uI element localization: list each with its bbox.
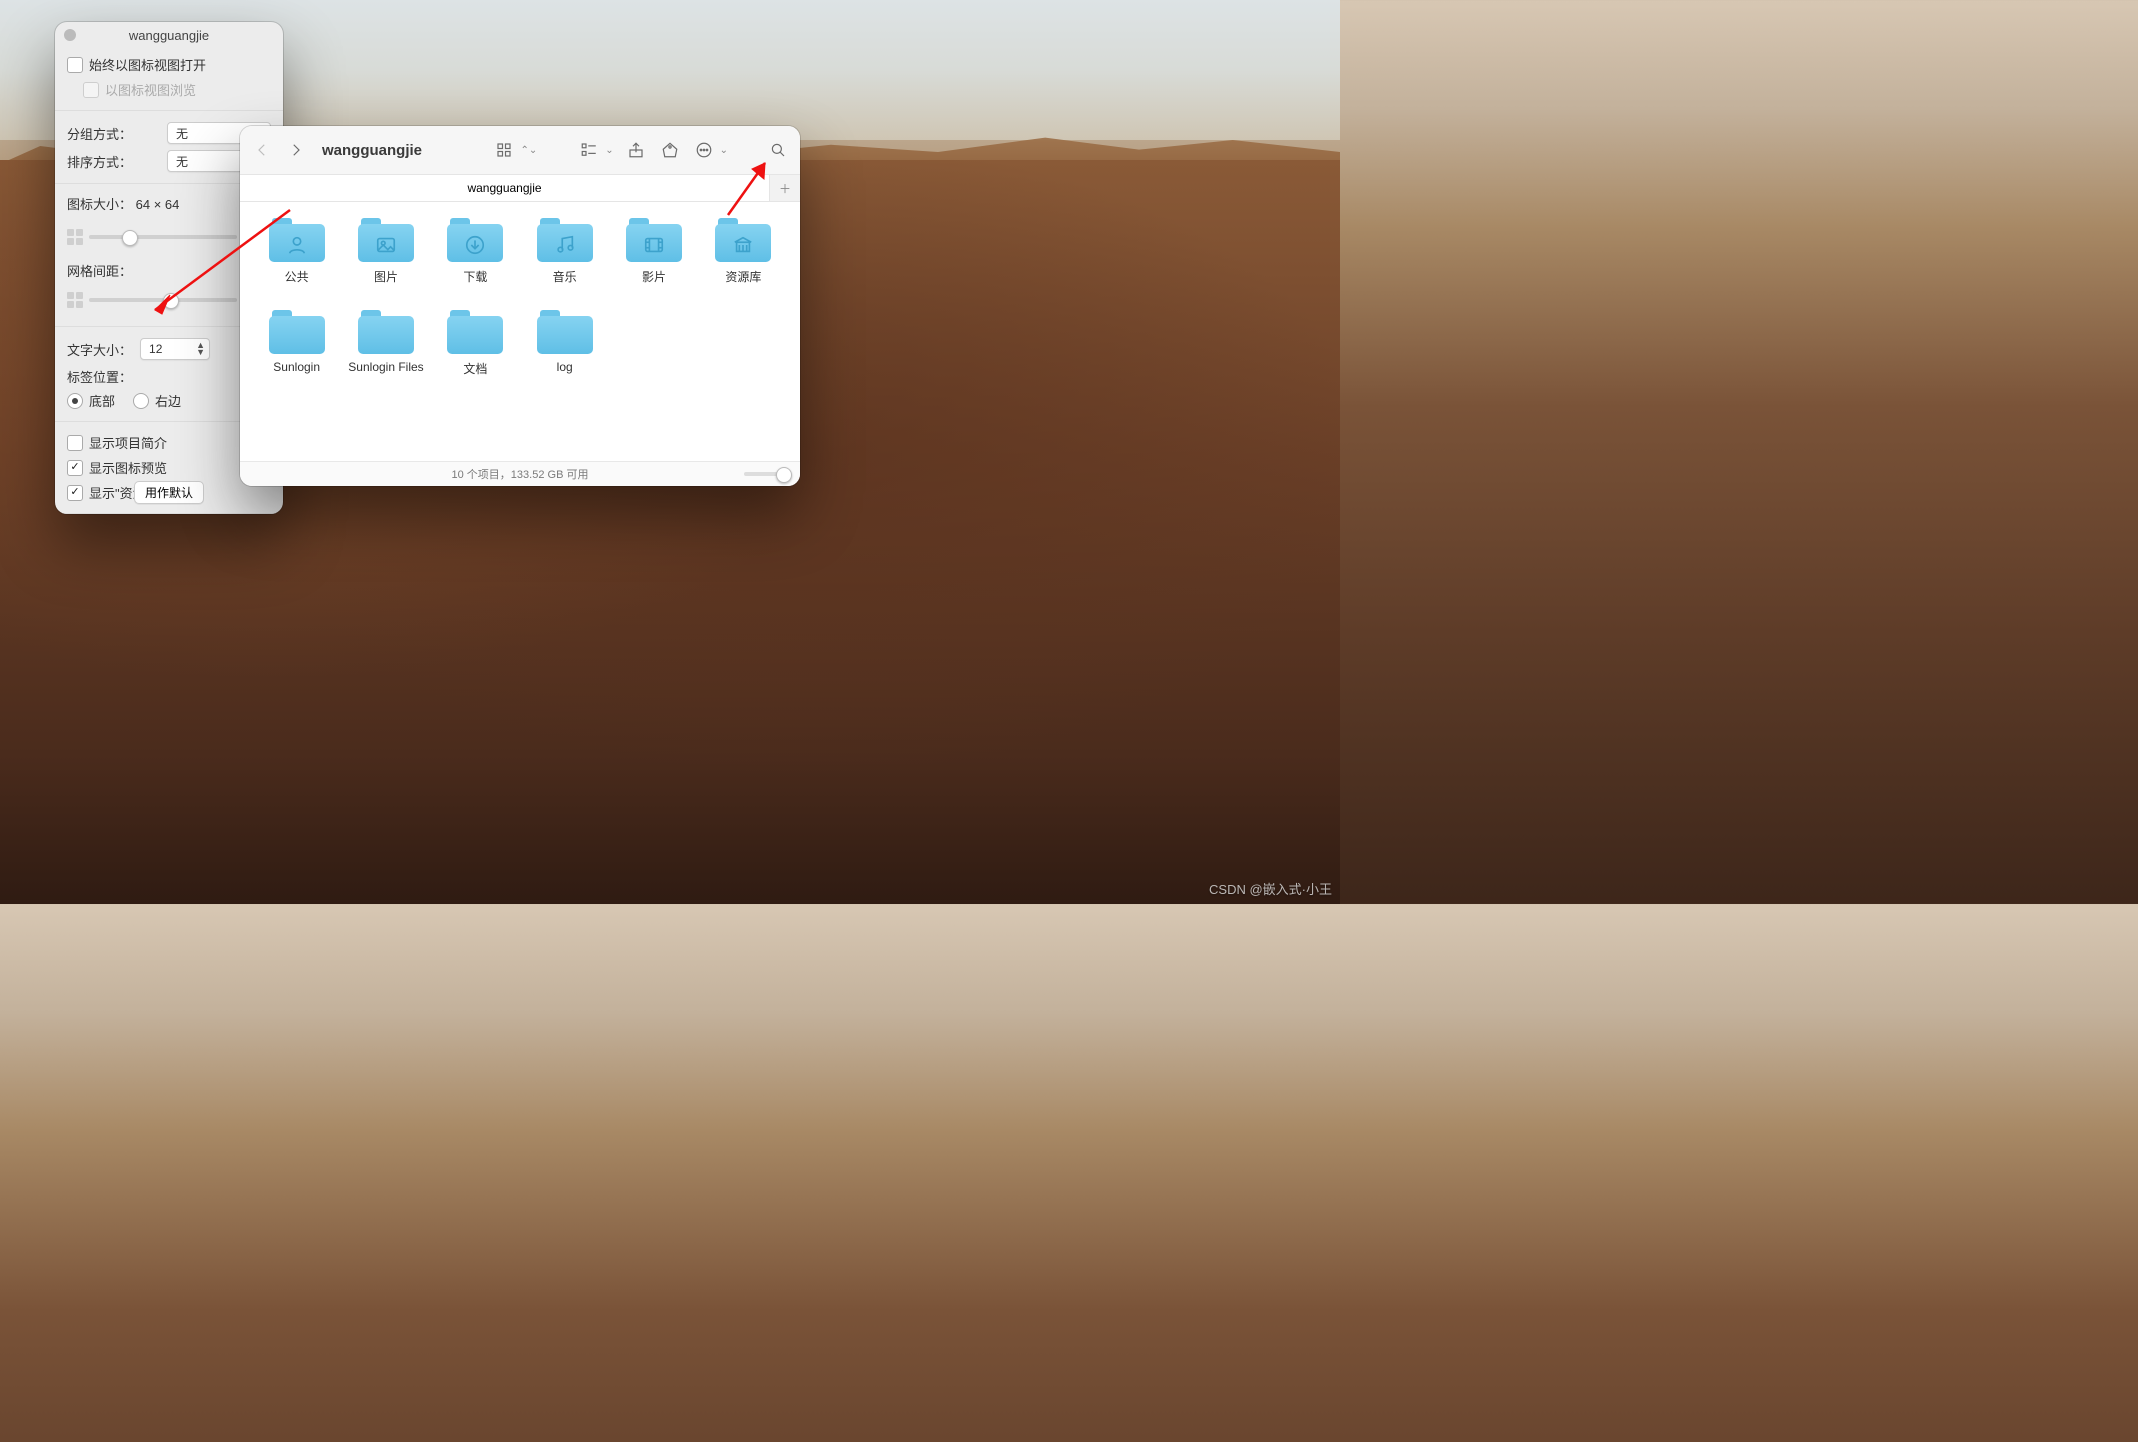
finder-status-bar: 10 个项目，133.52 GB 可用 xyxy=(240,461,800,486)
always-icon-view-label: 始终以图标视图打开 xyxy=(89,55,206,74)
group-by-label: 分组方式： xyxy=(67,124,132,143)
folder-icon xyxy=(447,218,503,262)
label-pos-bottom-label: 底部 xyxy=(89,391,115,410)
label-pos-label: 标签位置： xyxy=(67,370,132,385)
forward-button[interactable] xyxy=(284,138,308,162)
folder-label: 音乐 xyxy=(553,268,577,285)
finder-toolbar: wangguangjie ⌃⌄ ⌄ ⌄ xyxy=(240,126,800,175)
folder-label: Sunlogin Files xyxy=(348,360,423,374)
folder-item[interactable]: 文档 xyxy=(433,310,518,396)
folder-icon xyxy=(626,218,682,262)
checkbox-icon[interactable] xyxy=(67,57,83,73)
folder-label: 下载 xyxy=(463,268,487,285)
folder-label: log xyxy=(557,360,573,374)
folder-label: Sunlogin xyxy=(273,360,320,374)
show-icon-preview-label: 显示图标预览 xyxy=(89,458,167,477)
icon-size-slider[interactable] xyxy=(89,235,237,239)
folder-label: 资源库 xyxy=(725,268,761,285)
icon-view-icon xyxy=(492,138,516,162)
chevron-down-icon: ⌄ xyxy=(605,145,613,156)
finder-content[interactable]: 公共 图片 下载 音乐 影片 资源库 Sunlogin Sunlogin Files 文档 log xyxy=(240,202,800,461)
folder-label: 公共 xyxy=(285,268,309,285)
folder-icon xyxy=(358,310,414,354)
grid-spacing-slider[interactable] xyxy=(89,298,237,302)
radio-icon[interactable] xyxy=(133,393,149,409)
text-size-select[interactable]: 12 ▲▼ xyxy=(140,338,210,360)
slider-thumb[interactable] xyxy=(122,230,138,246)
folder-icon xyxy=(447,310,503,354)
actions-button[interactable]: ⌄ xyxy=(692,138,728,162)
view-options-title: wangguangjie xyxy=(129,28,209,43)
folder-item[interactable]: 音乐 xyxy=(522,218,607,304)
group-by-value: 无 xyxy=(176,125,188,142)
finder-window: wangguangjie ⌃⌄ ⌄ ⌄ xyxy=(240,126,800,486)
browse-icon-view-label: 以图标视图浏览 xyxy=(105,80,196,99)
zoom-slider[interactable] xyxy=(744,472,790,476)
view-mode-button[interactable]: ⌃⌄ xyxy=(492,138,537,162)
chevron-updown-icon: ⌃⌄ xyxy=(520,145,537,156)
use-as-defaults-button[interactable]: 用作默认 xyxy=(134,481,204,504)
always-icon-view-row[interactable]: 始终以图标视图打开 xyxy=(67,52,271,77)
back-button[interactable] xyxy=(250,138,274,162)
chevron-down-icon: ⌄ xyxy=(720,145,728,156)
group-button[interactable]: ⌄ xyxy=(577,138,613,162)
checkbox-icon[interactable] xyxy=(67,435,83,451)
slider-thumb[interactable] xyxy=(776,467,792,483)
sort-by-label: 排序方式： xyxy=(67,152,132,171)
folder-item[interactable]: 公共 xyxy=(254,218,339,304)
label-pos-right-label: 右边 xyxy=(155,391,181,410)
group-icon xyxy=(577,138,601,162)
folder-item[interactable]: log xyxy=(522,310,607,396)
close-icon[interactable] xyxy=(64,29,76,41)
small-grid-icon xyxy=(67,292,83,308)
icon-size-value: 64 × 64 xyxy=(136,197,180,212)
folder-item[interactable]: Sunlogin Files xyxy=(343,310,428,396)
slider-thumb[interactable] xyxy=(163,293,179,309)
folder-item[interactable]: 资源库 xyxy=(701,218,786,304)
tags-button[interactable] xyxy=(658,138,682,162)
folder-label: 文档 xyxy=(463,360,487,377)
folder-label: 图片 xyxy=(374,268,398,285)
folder-label: 影片 xyxy=(642,268,666,285)
folder-icon xyxy=(269,218,325,262)
text-size-label: 文字大小： xyxy=(67,340,132,359)
folder-icon xyxy=(358,218,414,262)
folder-item[interactable]: 影片 xyxy=(611,218,696,304)
show-item-info-label: 显示项目简介 xyxy=(89,433,167,452)
folder-item[interactable]: Sunlogin xyxy=(254,310,339,396)
view-options-titlebar[interactable]: wangguangjie xyxy=(55,22,283,48)
share-button[interactable] xyxy=(624,138,648,162)
text-size-value: 12 xyxy=(149,342,162,356)
folder-item[interactable]: 下载 xyxy=(433,218,518,304)
label-pos-right[interactable]: 右边 xyxy=(133,388,181,413)
sort-by-value: 无 xyxy=(176,153,188,170)
browse-icon-view-row: 以图标视图浏览 xyxy=(67,77,271,102)
small-grid-icon xyxy=(67,229,83,245)
finder-tab[interactable]: wangguangjie xyxy=(240,175,770,201)
finder-tab-row: wangguangjie ＋ xyxy=(240,175,800,202)
folder-icon xyxy=(537,310,593,354)
finder-status-text: 10 个项目，133.52 GB 可用 xyxy=(452,466,589,482)
radio-icon[interactable] xyxy=(67,393,83,409)
folder-icon xyxy=(715,218,771,262)
finder-title: wangguangjie xyxy=(322,142,422,159)
folder-icon xyxy=(537,218,593,262)
grid-spacing-label: 网格间距： xyxy=(67,264,132,279)
search-button[interactable] xyxy=(766,138,790,162)
folder-item[interactable]: 图片 xyxy=(343,218,428,304)
checkbox-icon[interactable] xyxy=(67,460,83,476)
watermark: CSDN @嵌入式·小王 xyxy=(1209,879,1332,898)
finder-tab-label: wangguangjie xyxy=(467,181,541,195)
new-tab-button[interactable]: ＋ xyxy=(770,175,800,201)
more-icon xyxy=(692,138,716,162)
select-stepper-icon: ▲▼ xyxy=(196,342,205,356)
folder-icon xyxy=(269,310,325,354)
checkbox-icon xyxy=(83,82,99,98)
label-pos-bottom[interactable]: 底部 xyxy=(67,388,115,413)
icon-size-label: 图标大小： xyxy=(67,197,132,212)
